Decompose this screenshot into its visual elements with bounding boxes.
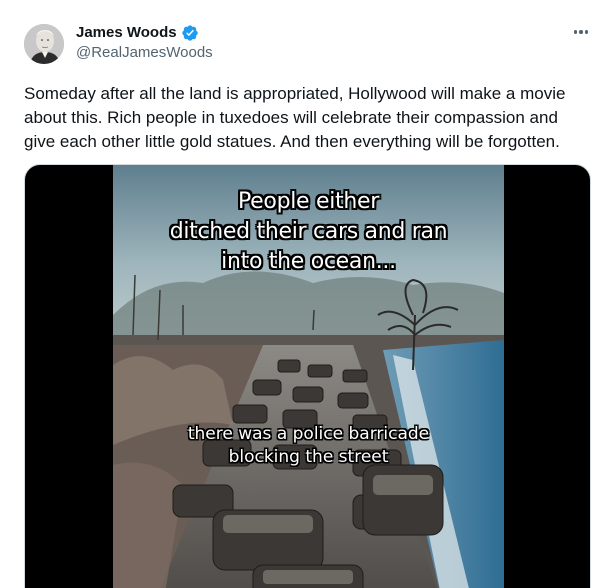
more-horizontal-icon: [584, 30, 589, 34]
tweet-text: Someday after all the land is appropriat…: [24, 84, 566, 151]
video-player[interactable]: People either ditched their cars and ran…: [113, 165, 504, 588]
author-handle[interactable]: @RealJamesWoods: [76, 43, 213, 63]
author-name-row: James Woods: [76, 23, 199, 43]
display-name[interactable]: James Woods: [76, 23, 177, 43]
avatar-portrait-icon: [24, 24, 64, 64]
avatar[interactable]: [24, 24, 64, 64]
media-container[interactable]: People either ditched their cars and ran…: [24, 164, 591, 588]
verified-badge-icon[interactable]: [181, 24, 199, 42]
tweet-card[interactable]: James Woods @RealJamesWoods Someday afte…: [0, 0, 600, 588]
more-horizontal-icon: [573, 30, 578, 34]
more-options-button[interactable]: [568, 22, 594, 42]
more-horizontal-icon: [579, 30, 583, 34]
video-caption-bottom: there was a police barricade blocking th…: [187, 424, 430, 467]
video-caption-top: People either ditched their cars and ran…: [169, 189, 448, 274]
